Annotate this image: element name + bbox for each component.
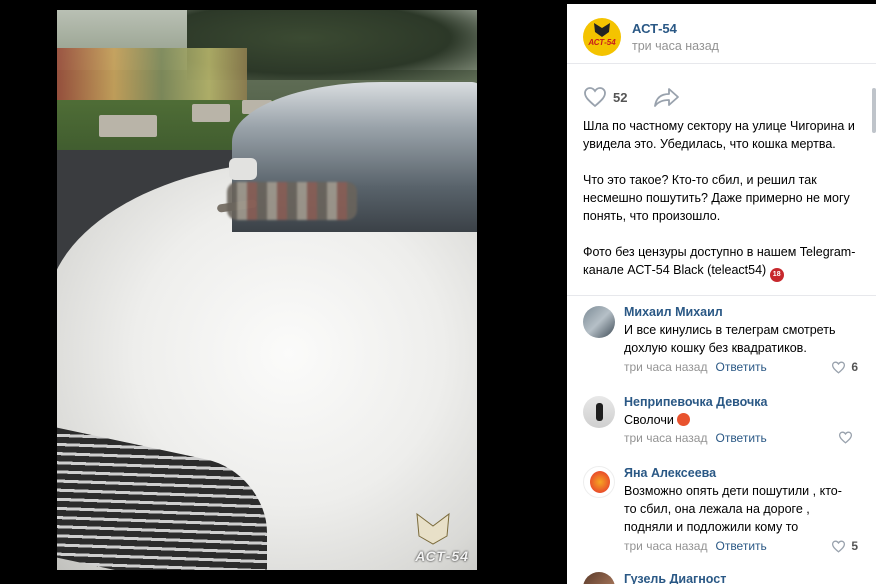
avatar[interactable] <box>583 396 615 428</box>
comment-text: Сволочи <box>624 411 854 429</box>
comment-like-count: 5 <box>851 539 858 553</box>
comment-meta: три часа назад Ответить <box>624 360 767 374</box>
avatar[interactable] <box>583 572 615 584</box>
photo-mirror <box>229 158 257 180</box>
comment-author[interactable]: Михаил Михаил <box>624 305 723 319</box>
photo-censored-cat <box>227 182 357 220</box>
heart-icon <box>832 361 846 374</box>
comment-author[interactable]: Яна Алексеева <box>624 466 716 480</box>
post-header: АСТ-54 АСТ-54 три часа назад <box>567 4 876 64</box>
comment-meta: три часа назад Ответить <box>624 539 767 553</box>
share-icon[interactable] <box>653 86 681 108</box>
comment-author[interactable]: Неприпевочка Девочка <box>624 395 767 409</box>
post-photo[interactable]: АСТ-54 <box>57 10 477 570</box>
heart-icon <box>838 431 853 444</box>
comment-author[interactable]: Гузель Диагност <box>624 572 726 584</box>
scrollbar[interactable] <box>872 88 876 133</box>
post-time[interactable]: три часа назад <box>632 39 719 53</box>
reply-button[interactable]: Ответить <box>715 360 766 374</box>
comment-text: И все кинулись в телеграм смотреть дохлу… <box>624 323 836 355</box>
comment-text-body: Сволочи <box>624 413 674 427</box>
avatar-figure <box>596 403 603 421</box>
viewer: АСТ-54 АСТ-54 АСТ-54 три часа назад 52 Ш… <box>0 0 876 584</box>
watermark-text: АСТ-54 <box>415 548 469 564</box>
avatar[interactable] <box>583 466 615 498</box>
angry-face-icon <box>677 413 691 426</box>
comment-like-button[interactable]: 6 <box>831 360 858 374</box>
comment-meta: три часа назад Ответить <box>624 431 767 445</box>
post-author[interactable]: АСТ-54 <box>632 21 677 36</box>
photo-block <box>192 104 230 122</box>
comment-text: Возможно опять дети пошутили , кто-то сб… <box>624 484 842 534</box>
photo-graffiti-wall <box>57 48 247 106</box>
comment-time[interactable]: три часа назад <box>624 539 707 553</box>
post-likes-count: 52 <box>613 90 628 105</box>
comment-like-button[interactable] <box>838 431 858 444</box>
wolf-logo-icon <box>594 23 610 37</box>
divider <box>567 295 876 296</box>
heart-icon <box>832 540 846 553</box>
comment-time[interactable]: три часа назад <box>624 360 707 374</box>
age-badge-icon: 18 <box>769 268 784 282</box>
logo-text: АСТ-54 <box>588 37 616 47</box>
comment-like-button[interactable]: 5 <box>831 539 858 553</box>
post-side-panel: АСТ-54 АСТ-54 три часа назад 52 Шла по ч… <box>567 4 876 584</box>
photo-block <box>99 115 157 137</box>
community-avatar[interactable]: АСТ-54 <box>583 18 621 56</box>
post-text: Шла по частному сектору на улице Чигорин… <box>583 117 868 282</box>
reply-button[interactable]: Ответить <box>715 431 766 445</box>
reply-button[interactable]: Ответить <box>715 539 766 553</box>
avatar[interactable] <box>583 306 615 338</box>
heart-icon[interactable] <box>583 86 607 108</box>
comment-time[interactable]: три часа назад <box>624 431 707 445</box>
avatar-badge <box>590 471 610 493</box>
post-text-body: Шла по частному сектору на улице Чигорин… <box>583 119 856 277</box>
comment-like-count: 6 <box>851 360 858 374</box>
